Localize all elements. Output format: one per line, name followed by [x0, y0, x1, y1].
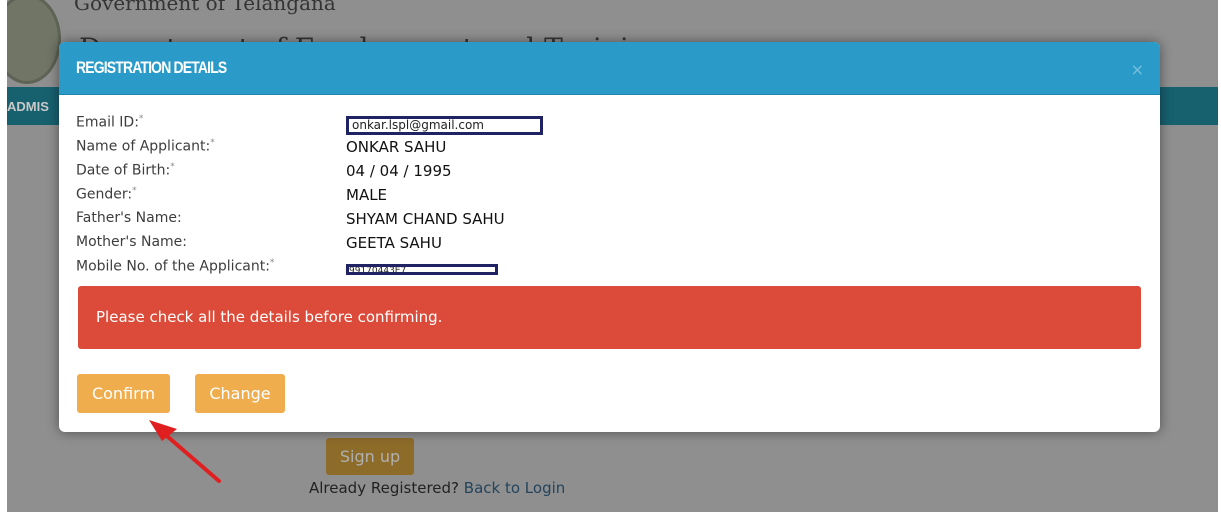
annotation-arrow-icon [149, 420, 221, 483]
